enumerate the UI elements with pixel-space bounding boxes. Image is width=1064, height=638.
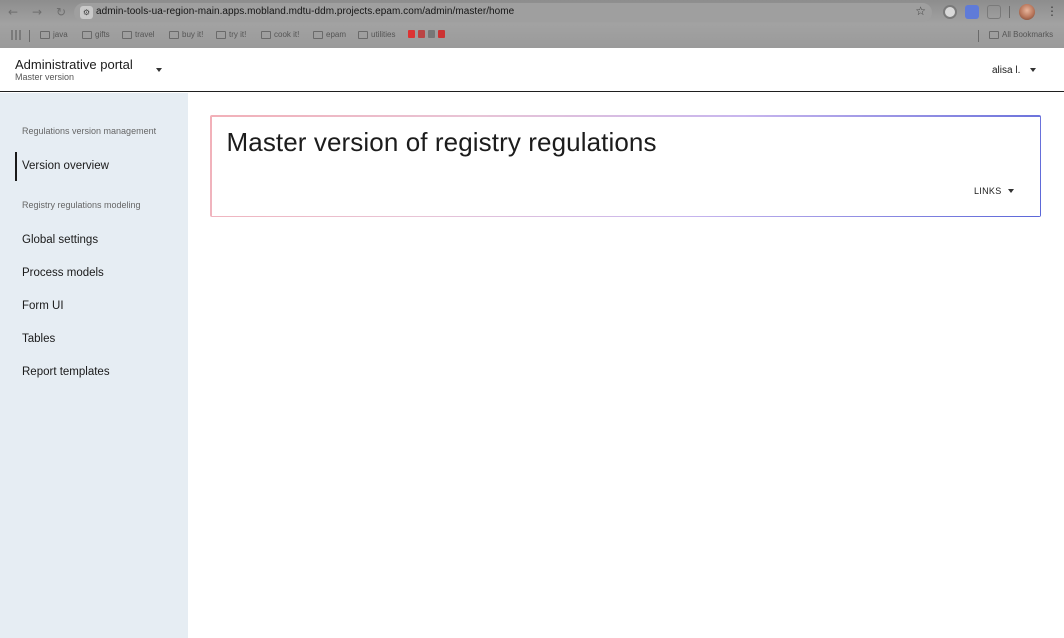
page-title: Master version of registry regulations bbox=[226, 126, 657, 157]
folder-icon bbox=[989, 30, 999, 39]
chevron-down-icon[interactable] bbox=[156, 68, 162, 72]
portal-title[interactable]: Administrative portal bbox=[15, 57, 133, 72]
all-bookmarks-folder[interactable]: All Bookmarks bbox=[989, 30, 1053, 39]
reload-icon[interactable]: ↻ bbox=[54, 5, 68, 19]
sidebar-item-global-settings[interactable]: Global settings bbox=[22, 234, 98, 246]
bookmarks-divider bbox=[29, 30, 30, 42]
app-header: Administrative portal Master version ali… bbox=[0, 48, 1064, 92]
forward-icon[interactable]: → bbox=[30, 5, 44, 19]
back-icon[interactable]: ← bbox=[6, 5, 20, 19]
url-text[interactable]: admin-tools-ua-region-main.apps.mobland.… bbox=[96, 6, 514, 17]
address-bar[interactable]: ⚙ admin-tools-ua-region-main.apps.moblan… bbox=[74, 3, 932, 22]
apps-icon[interactable] bbox=[11, 30, 21, 40]
active-item-indicator bbox=[15, 152, 17, 181]
bookmark-folder[interactable]: travel bbox=[122, 30, 155, 39]
user-menu[interactable]: alisa l. bbox=[992, 65, 1020, 76]
links-label: LINKS bbox=[973, 185, 1002, 196]
browser-toolbar: ← → ↻ ⚙ admin-tools-ua-region-main.apps.… bbox=[0, 0, 1064, 24]
sidebar-section-regulations-modeling: Registry regulations modeling bbox=[22, 200, 141, 210]
bookmark-folder[interactable]: gifts bbox=[82, 30, 110, 39]
bookmark-folder[interactable]: cook it! bbox=[261, 30, 299, 39]
site-info-icon[interactable]: ⚙ bbox=[80, 6, 93, 19]
bookmark-folder[interactable]: java bbox=[40, 30, 68, 39]
folder-icon bbox=[82, 30, 92, 39]
portal-subtitle: Master version bbox=[15, 72, 75, 82]
folder-icon bbox=[169, 30, 179, 39]
folder-icon bbox=[122, 30, 132, 39]
extension-icon[interactable] bbox=[965, 5, 979, 19]
folder-icon bbox=[261, 30, 271, 39]
sidebar-item-form-ui[interactable]: Form UI bbox=[22, 300, 64, 312]
folder-icon bbox=[358, 30, 368, 39]
bookmark-folder[interactable]: buy it! bbox=[169, 30, 203, 39]
links-dropdown-button[interactable]: LINKS bbox=[974, 186, 1014, 196]
sidebar-section-version-management: Regulations version management bbox=[22, 126, 157, 136]
version-card-body: Master version of registry regulations L… bbox=[211, 116, 1040, 216]
folder-icon bbox=[313, 30, 323, 39]
chevron-down-icon bbox=[1007, 188, 1014, 193]
bookmark-folder[interactable]: epam bbox=[313, 30, 346, 39]
bookmark-folder[interactable]: utilities bbox=[358, 30, 395, 39]
profile-avatar[interactable] bbox=[1019, 4, 1035, 20]
bookmark-folder[interactable]: try it! bbox=[216, 30, 246, 39]
toolbar-divider bbox=[1009, 6, 1010, 18]
sidebar: Regulations version management Version o… bbox=[0, 93, 188, 638]
navigation-buttons: ← → ↻ bbox=[6, 5, 68, 19]
sidebar-item-tables[interactable]: Tables bbox=[22, 333, 55, 345]
sidebar-item-process-models[interactable]: Process models bbox=[22, 267, 104, 279]
extension-icon[interactable] bbox=[987, 5, 1001, 19]
browser-chrome: ← → ↻ ⚙ admin-tools-ua-region-main.apps.… bbox=[0, 0, 1064, 48]
bookmark-star-icon[interactable]: ☆ bbox=[915, 4, 926, 18]
browser-menu-icon[interactable]: ⋮ bbox=[1046, 4, 1058, 18]
version-card: Master version of registry regulations L… bbox=[210, 115, 1041, 217]
folder-icon bbox=[216, 30, 226, 39]
bookmark-favicons[interactable] bbox=[408, 30, 445, 38]
bookmarks-bar: java gifts travel buy it! try it! cook i… bbox=[0, 26, 1064, 46]
sidebar-item-report-templates[interactable]: Report templates bbox=[22, 366, 110, 378]
extension-icon[interactable] bbox=[943, 5, 957, 19]
bookmarks-divider bbox=[978, 30, 979, 42]
chevron-down-icon[interactable] bbox=[1030, 68, 1036, 72]
folder-icon bbox=[40, 30, 50, 39]
sidebar-item-version-overview[interactable]: Version overview bbox=[22, 160, 109, 172]
